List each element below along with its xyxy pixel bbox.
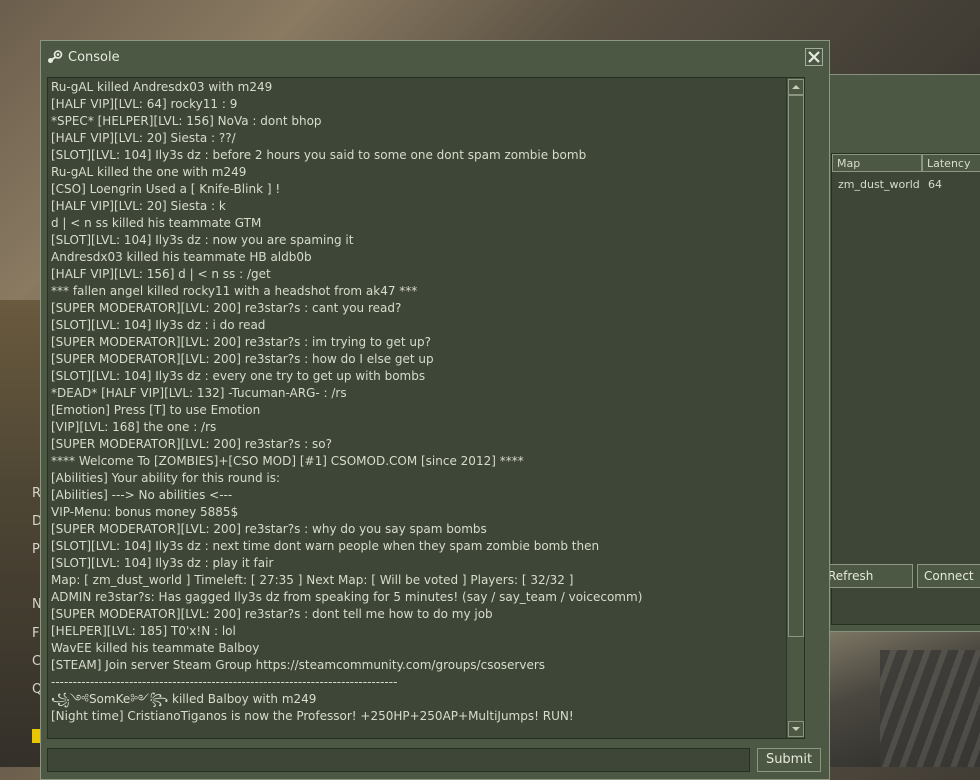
command-input[interactable] — [47, 748, 750, 772]
scroll-down-button[interactable] — [788, 721, 804, 737]
console-line: ----------------------------------------… — [51, 675, 398, 689]
connect-button[interactable]: Connect — [917, 564, 980, 588]
console-line: [VIP][LVL: 168] the one : /rs — [51, 420, 217, 434]
console-line: WavEE killed his teammate Balboy — [51, 641, 260, 655]
console-line: [SUPER MODERATOR][LVL: 200] re3star?s : … — [51, 335, 431, 349]
console-line: [SUPER MODERATOR][LVL: 200] re3star?s : … — [51, 522, 487, 536]
console-line: [SLOT][LVL: 104] Ily3s dz : before 2 hou… — [51, 148, 587, 162]
console-line: Map: [ zm_dust_world ] Timeleft: [ 27:35… — [51, 573, 574, 587]
console-line: [HALF VIP][LVL: 20] Siesta : ??/ — [51, 131, 236, 145]
console-log-lines: Ru-gAL killed Andresdx03 with m249 [HALF … — [51, 79, 784, 725]
console-line: [SLOT][LVL: 104] Ily3s dz : play it fair — [51, 556, 274, 570]
console-line: [HELPER][LVL: 185] T0'x!N : lol — [51, 624, 236, 638]
submit-button[interactable]: Submit — [757, 748, 821, 772]
console-line: [CSO] Loengrin Used a [ Knife-Blink ] ! — [51, 182, 281, 196]
console-title: Console — [68, 50, 120, 65]
background-menu-letter: P — [32, 542, 40, 557]
console-window: Console Ru-gAL killed Andresdx03 with m2… — [40, 40, 830, 780]
console-scrollbar[interactable] — [786, 78, 804, 738]
console-line: [Abilities] ---> No abilities <--- — [51, 488, 233, 502]
server-row-map[interactable]: zm_dust_world — [838, 178, 920, 191]
refresh-button[interactable]: Refresh — [821, 564, 913, 588]
column-header-latency[interactable]: Latency — [922, 154, 980, 172]
steam-icon — [48, 50, 63, 63]
scrollbar-thumb[interactable] — [788, 95, 804, 637]
close-button[interactable] — [805, 48, 823, 66]
console-line: [SUPER MODERATOR][LVL: 200] re3star?s : … — [51, 352, 434, 366]
console-line: [STEAM] Join server Steam Group https://… — [51, 658, 546, 672]
console-line: [SLOT][LVL: 104] Ily3s dz : every one tr… — [51, 369, 426, 383]
console-line: [SLOT][LVL: 104] Ily3s dz : next time do… — [51, 539, 600, 553]
console-line: ADMIN re3star?s: Has gagged Ily3s dz fro… — [51, 590, 643, 604]
console-line: [Abilities] Your ability for this round … — [51, 471, 281, 485]
chevron-up-icon — [792, 85, 800, 89]
console-line: [SUPER MODERATOR][LVL: 200] re3star?s : … — [51, 301, 402, 315]
console-line: [SLOT][LVL: 104] Ily3s dz : i do read — [51, 318, 266, 332]
scroll-up-button[interactable] — [788, 79, 804, 95]
console-line: [SLOT][LVL: 104] Ily3s dz : now you are … — [51, 233, 354, 247]
console-line: [HALF VIP][LVL: 20] Siesta : k — [51, 199, 226, 213]
console-line: d | < n ss killed his teammate GTM — [51, 216, 262, 230]
server-row-latency[interactable]: 64 — [928, 178, 942, 191]
console-log[interactable]: Ru-gAL killed Andresdx03 with m249 [HALF … — [47, 77, 805, 739]
console-line: [HALF VIP][LVL: 64] rocky11 : 9 — [51, 97, 238, 111]
chevron-down-icon — [792, 727, 800, 731]
console-line: ꧁༺SomKe༻꧂ killed Balboy with m249 — [51, 692, 317, 706]
close-icon — [808, 51, 820, 63]
console-line: *DEAD* [HALF VIP][LVL: 132] -Tucuman-ARG… — [51, 386, 347, 400]
console-line: *SPEC* [HELPER][LVL: 156] NoVa : dont bh… — [51, 114, 322, 128]
console-line: [SUPER MODERATOR][LVL: 200] re3star?s : … — [51, 437, 332, 451]
background-menu-letter: F — [32, 626, 40, 641]
console-line: [HALF VIP][LVL: 156] d | < n ss : /get — [51, 267, 271, 281]
console-line: Andresdx03 killed his teammate HB aldb0b — [51, 250, 312, 264]
console-line: **** Welcome To [ZOMBIES]+[CSO MOD] [#1]… — [51, 454, 524, 468]
game-scene-stripe — [880, 650, 980, 767]
console-line: [Night time] CristianoTiganos is now the… — [51, 709, 574, 723]
console-line: *** fallen angel killed rocky11 with a h… — [51, 284, 418, 298]
console-line: Ru-gAL killed Andresdx03 with m249 — [51, 80, 273, 94]
server-browser-window: Map Latency zm_dust_world 64 Refresh Con… — [820, 74, 980, 632]
console-titlebar[interactable]: Console — [41, 41, 829, 73]
console-line: [SUPER MODERATOR][LVL: 200] re3star?s : … — [51, 607, 493, 621]
background-yellow-marker — [32, 729, 40, 743]
console-line: VIP-Menu: bonus money 5885$ — [51, 505, 239, 519]
column-header-map[interactable]: Map — [832, 154, 922, 172]
server-list[interactable]: Map Latency zm_dust_world 64 — [831, 153, 980, 625]
console-line: [Emotion] Press [T] to use Emotion — [51, 403, 261, 417]
console-line: Ru-gAL killed the one with m249 — [51, 165, 247, 179]
